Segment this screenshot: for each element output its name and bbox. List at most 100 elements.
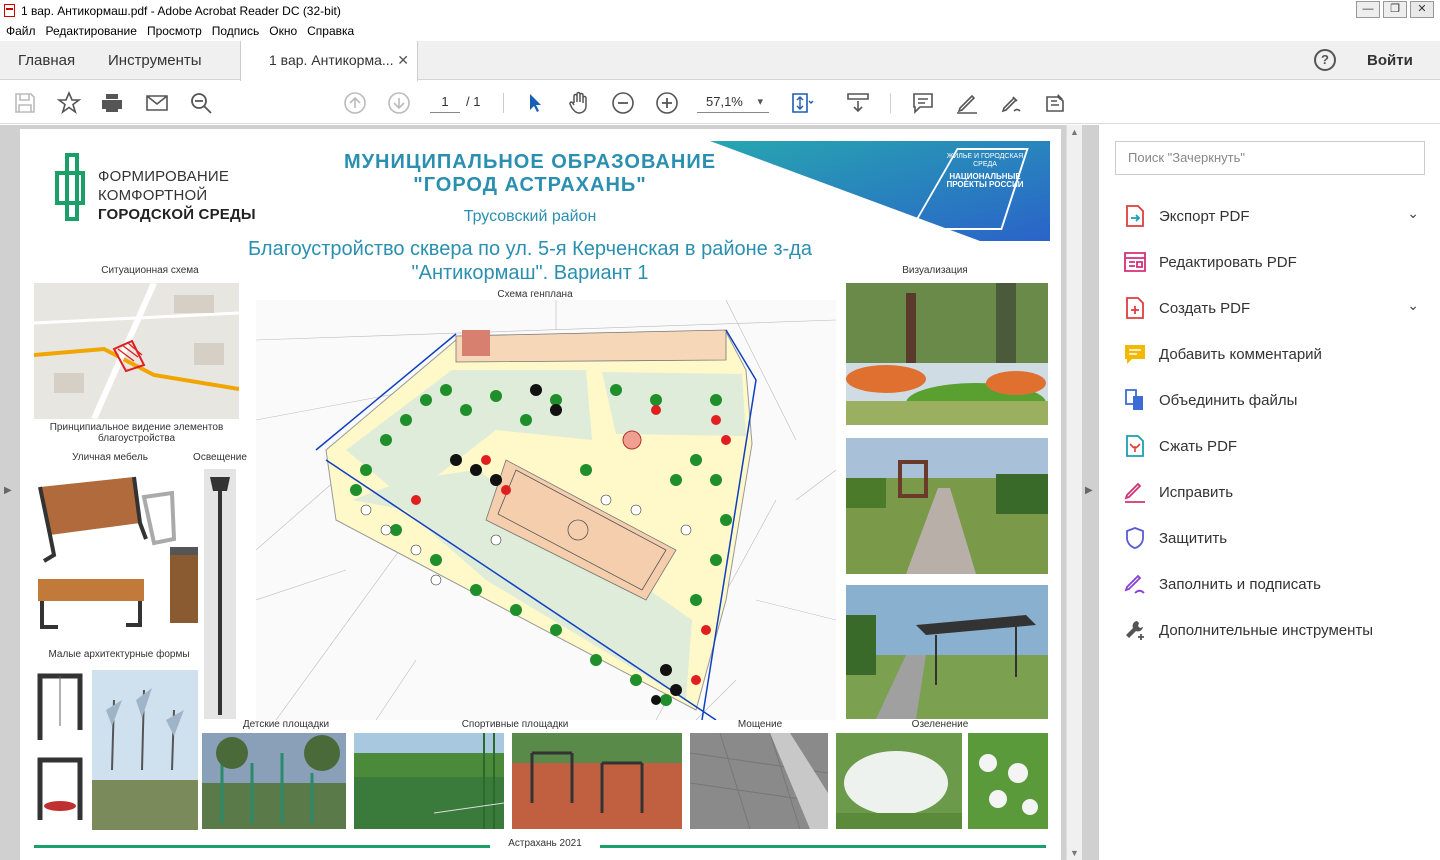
menu-sign[interactable]: Подпись: [207, 24, 265, 38]
comment-icon[interactable]: [911, 91, 935, 115]
comfortable-city-logo: ФОРМИРОВАНИЕ КОМФОРТНОЙ ГОРОДСКОЙ СРЕДЫ: [53, 149, 273, 229]
combine-files-icon: [1123, 388, 1149, 412]
save-icon[interactable]: [13, 91, 37, 115]
scroll-down-icon[interactable]: ▼: [1070, 848, 1079, 858]
sign-pen-icon: [1123, 572, 1149, 596]
district-name: Трусовский район: [463, 208, 597, 225]
scroll-mode-icon[interactable]: [846, 91, 870, 115]
tool-fix[interactable]: Исправить: [1099, 469, 1440, 515]
small-forms-label: Малые архитектурные формы: [48, 649, 190, 660]
tools-search-input[interactable]: Поиск "Зачеркнуть": [1115, 141, 1425, 175]
footer-text: Астрахань 2021: [490, 838, 600, 849]
menu-edit[interactable]: Редактирование: [41, 24, 142, 38]
comment-icon: [1123, 342, 1149, 366]
window-title: 1 вар. Антикормаш.pdf - Adobe Acrobat Re…: [21, 3, 341, 18]
municipality-heading: МУНИЦИПАЛЬНОЕ ОБРАЗОВАНИЕ "ГОРОД АСТРАХА…: [343, 151, 717, 196]
project-title: Благоустройство сквера по ул. 5-я Керчен…: [248, 238, 812, 284]
title-bar: 1 вар. Антикормаш.pdf - Adobe Acrobat Re…: [0, 0, 1440, 21]
playground-photo: [202, 733, 346, 829]
compress-pdf-icon: [1123, 434, 1149, 458]
greening-label: Озеленение: [911, 719, 969, 730]
white-bush-photo: [968, 733, 1048, 829]
highlight-pen-icon[interactable]: [955, 91, 979, 115]
logo-mark-icon: [55, 153, 85, 221]
menu-window[interactable]: Окно: [264, 24, 302, 38]
principal-label: Принципиальное видение элементов благоус…: [49, 422, 224, 444]
print-icon[interactable]: [100, 91, 124, 115]
tool-fill-and-sign[interactable]: Заполнить и подписать: [1099, 561, 1440, 607]
logo-text: ФОРМИРОВАНИЕ КОМФОРТНОЙ ГОРОДСКОЙ СРЕДЫ: [98, 168, 256, 223]
collapse-left-panel-icon[interactable]: ▶: [4, 485, 12, 496]
situational-label: Ситуационная схема: [101, 265, 199, 276]
toolbar-divider: [503, 93, 504, 113]
restore-button[interactable]: ❐: [1383, 1, 1407, 18]
fill-form-icon[interactable]: [1043, 91, 1067, 115]
zoom-in-icon[interactable]: [655, 91, 679, 115]
visualization-label: Визуализация: [902, 265, 968, 276]
tool-export-pdf[interactable]: Экспорт PDF ⌄: [1099, 193, 1440, 239]
minimize-button[interactable]: —: [1356, 1, 1380, 18]
protect-shield-icon: [1123, 526, 1149, 550]
tool-more-tools[interactable]: Дополнительные инструменты: [1099, 607, 1440, 653]
tab-home[interactable]: Главная: [18, 41, 75, 80]
chevron-down-icon[interactable]: ⌄: [1407, 205, 1419, 222]
lighting-label: Освещение: [193, 452, 247, 463]
menu-help[interactable]: Справка: [302, 24, 359, 38]
close-window-button[interactable]: ✕: [1410, 1, 1434, 18]
sports-label: Спортивные площадки: [461, 719, 569, 730]
tool-combine-files[interactable]: Объединить файлы: [1099, 377, 1440, 423]
hand-tool-icon[interactable]: [567, 91, 591, 115]
vertical-scrollbar[interactable]: ▲ ▼: [1066, 125, 1082, 860]
page-number-input[interactable]: 1: [430, 91, 460, 113]
next-page-icon[interactable]: [387, 91, 411, 115]
help-icon[interactable]: ?: [1314, 49, 1336, 71]
scroll-up-icon[interactable]: ▲: [1070, 127, 1079, 137]
select-cursor-icon[interactable]: [523, 91, 547, 115]
sculpture-image: [92, 670, 198, 830]
visualization-playground-image: [846, 283, 1048, 425]
acrobat-app-icon: [4, 4, 15, 17]
expand-right-panel-icon[interactable]: ▶: [1085, 485, 1093, 496]
export-pdf-icon: [1123, 204, 1149, 228]
zoom-out-icon[interactable]: [611, 91, 635, 115]
menu-bar: Файл Редактирование Просмотр Подпись Окн…: [0, 21, 1440, 41]
lighting-lamp-image: [204, 469, 236, 719]
login-button[interactable]: Войти: [1367, 41, 1413, 80]
paving-label: Мощение: [737, 719, 783, 730]
pdf-page: ФОРМИРОВАНИЕ КОМФОРТНОЙ ГОРОДСКОЙ СРЕДЫ …: [20, 129, 1061, 860]
swing-image: [34, 670, 90, 830]
tools-panel: Поиск "Зачеркнуть" Экспорт PDF ⌄ Редакти…: [1098, 125, 1440, 860]
menu-view[interactable]: Просмотр: [142, 24, 207, 38]
email-icon[interactable]: [145, 91, 169, 115]
create-pdf-icon: [1123, 296, 1149, 320]
main-toolbar: 1 / 1 57,1%: [0, 81, 1440, 124]
situational-map-image: [34, 283, 239, 419]
sign-icon[interactable]: [999, 91, 1023, 115]
visualization-canopy-image: [846, 585, 1048, 719]
master-plan-image: [256, 300, 836, 720]
previous-page-icon[interactable]: [343, 91, 367, 115]
document-viewer[interactable]: ▶ ▲ ▼ ▶ ФОРМИРОВАНИЕ КОМФОРТНОЙ ГОРОДСКО…: [0, 125, 1098, 860]
chevron-down-icon[interactable]: ⌄: [1407, 297, 1419, 314]
toolbar-divider: [890, 93, 891, 113]
tool-create-pdf[interactable]: Создать PDF ⌄: [1099, 285, 1440, 331]
menu-file[interactable]: Файл: [0, 24, 41, 38]
tool-protect[interactable]: Защитить: [1099, 515, 1440, 561]
zoom-search-icon[interactable]: [189, 91, 213, 115]
tool-compress-pdf[interactable]: Сжать PDF: [1099, 423, 1440, 469]
paving-photo: [690, 733, 828, 829]
tab-tools[interactable]: Инструменты: [108, 41, 202, 80]
playgrounds-label: Детские площадки: [242, 719, 330, 730]
fit-page-icon[interactable]: [790, 91, 814, 115]
tool-add-comment[interactable]: Добавить комментарий: [1099, 331, 1440, 377]
flowering-shrub-photo: [836, 733, 962, 829]
tool-edit-pdf[interactable]: Редактировать PDF: [1099, 239, 1440, 285]
tab-close-icon[interactable]: ✕: [397, 41, 409, 80]
workout-area-photo: [512, 733, 682, 829]
tools-list: Экспорт PDF ⌄ Редактировать PDF Создать …: [1099, 193, 1440, 653]
national-projects-logo: ЖИЛЬЕ И ГОРОДСКАЯ СРЕДА НАЦИОНАЛЬНЫЕ ПРО…: [946, 153, 1024, 189]
tab-document[interactable]: 1 вар. Антикорма... ✕: [240, 41, 418, 81]
zoom-level-select[interactable]: 57,1%: [697, 91, 769, 113]
bookmark-star-icon[interactable]: [56, 90, 82, 115]
master-plan-label: Схема генплана: [497, 289, 573, 300]
